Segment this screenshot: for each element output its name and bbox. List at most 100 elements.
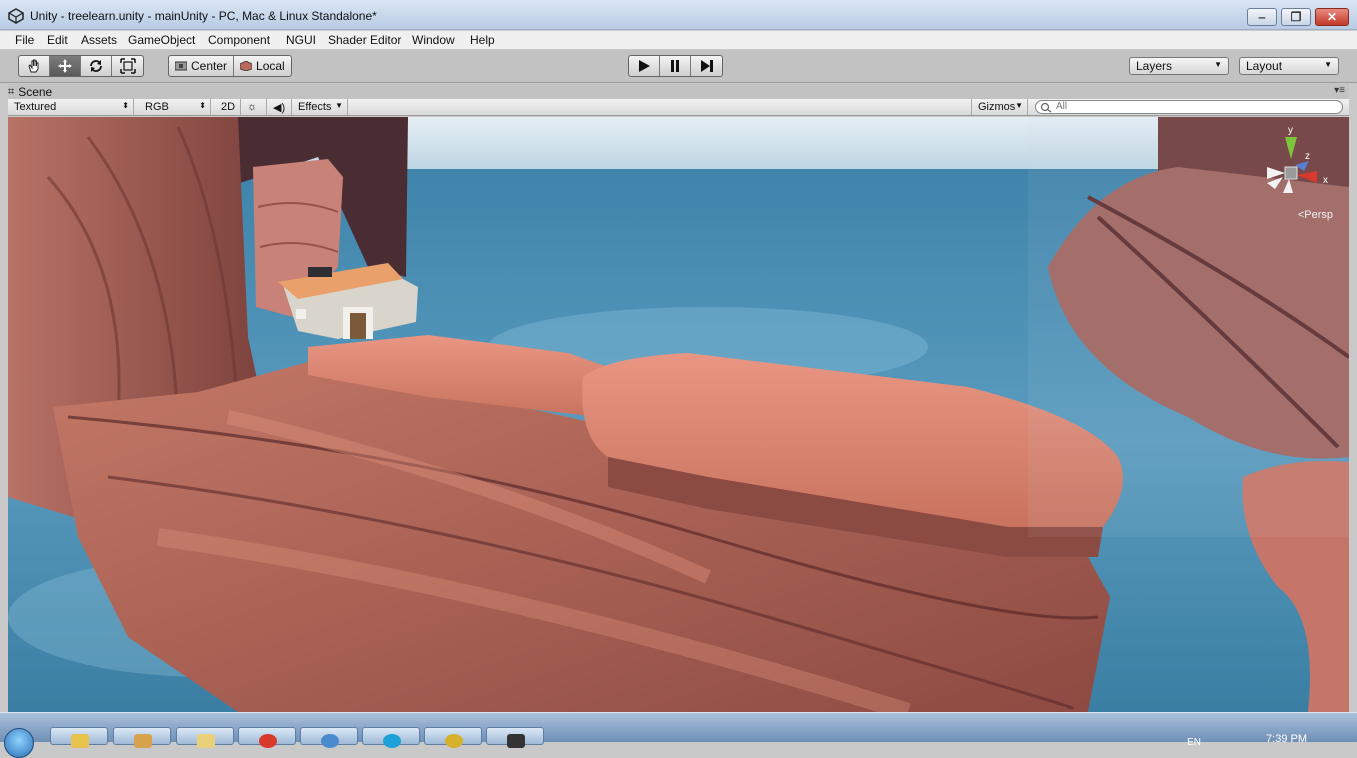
toggle-2d-button[interactable]: 2D — [215, 99, 241, 115]
dropdown-arrow-icon: ▼ — [1324, 60, 1332, 69]
window-title: Unity - treelearn.unity - mainUnity - PC… — [30, 9, 377, 23]
scene-viewport[interactable]: y z x <Persp — [8, 117, 1349, 712]
main-toolbar: Center Local Layers ▼ Layout ▼ — [0, 50, 1357, 83]
menu-file[interactable]: File — [15, 33, 34, 47]
scene-tab-bar: ⌗ Scene ▾≡ — [8, 84, 1349, 100]
updown-arrow-icon: ⬍ — [199, 101, 206, 110]
taskbar-files[interactable] — [176, 727, 234, 748]
scene-control-bar: Textured ⬍ RGB ⬍ 2D ☼ ◀) Effects ▼ Gizmo… — [8, 99, 1349, 116]
scene-audio-toggle[interactable]: ◀) — [267, 99, 292, 115]
search-placeholder: All — [1056, 101, 1068, 112]
pause-icon — [671, 60, 679, 72]
windows-taskbar: EN 7:39 PM — [0, 712, 1357, 758]
close-button[interactable]: ✕ — [1315, 8, 1349, 26]
taskbar-explorer[interactable] — [113, 727, 171, 748]
speaker-icon: ◀) — [273, 102, 286, 114]
menu-window[interactable]: Window — [412, 33, 455, 47]
minimize-icon: ‒ — [1258, 10, 1266, 24]
windows-start-orb[interactable] — [4, 728, 34, 758]
gizmo-x-label: x — [1323, 175, 1328, 186]
avatar-icon — [445, 734, 463, 748]
shading-mode-label: Textured — [14, 101, 57, 113]
effects-dropdown[interactable]: Effects ▼ — [292, 99, 348, 115]
menu-ngui[interactable]: NGUI — [286, 33, 316, 47]
projection-label: Persp — [1304, 209, 1333, 221]
unity-logo-icon — [8, 8, 24, 24]
rotate-icon — [90, 60, 102, 72]
gizmo-z-label: z — [1305, 151, 1310, 162]
step-button[interactable] — [691, 56, 722, 76]
menu-gameobject[interactable]: GameObject — [128, 33, 195, 47]
clock[interactable]: 7:39 PM — [1266, 733, 1307, 745]
scene-search-input[interactable]: All — [1035, 100, 1343, 114]
skype-icon — [383, 734, 401, 748]
pivot-local-label: Local — [256, 59, 285, 73]
close-icon: ✕ — [1326, 10, 1338, 24]
dropdown-arrow-icon: ▼ — [1015, 101, 1023, 110]
projection-toggle[interactable]: <Persp — [1298, 209, 1333, 221]
files-icon — [197, 734, 215, 748]
step-icon — [700, 60, 713, 72]
move-tool-button[interactable] — [50, 56, 81, 76]
layers-dropdown[interactable]: Layers ▼ — [1129, 57, 1229, 75]
pivot-local-toggle[interactable]: Local — [234, 56, 291, 76]
play-button[interactable] — [629, 56, 660, 76]
language-indicator[interactable]: EN — [1187, 737, 1201, 748]
rotate-tool-button[interactable] — [81, 56, 112, 76]
pause-button[interactable] — [660, 56, 691, 76]
chrome-icon — [259, 734, 277, 748]
scene-grid-icon: ⌗ — [8, 85, 15, 98]
sun-icon: ☼ — [247, 101, 258, 113]
shading-mode-dropdown[interactable]: Textured ⬍ — [8, 99, 134, 115]
scale-tool-button[interactable] — [112, 56, 143, 76]
menu-bar: File Edit Assets GameObject Component NG… — [0, 31, 1357, 49]
gizmo-center-cube[interactable] — [1284, 166, 1298, 180]
menu-shader-editor[interactable]: Shader Editor — [328, 33, 401, 47]
pivot-controls: Center Local — [168, 55, 292, 77]
layout-label: Layout — [1246, 59, 1283, 73]
gizmos-dropdown[interactable]: Gizmos ▼ — [971, 99, 1028, 115]
scene-lighting-toggle[interactable]: ☼ — [241, 99, 267, 115]
taskbar-unity[interactable] — [486, 727, 544, 748]
pivot-center-toggle[interactable]: Center — [169, 56, 235, 76]
hand-icon — [28, 59, 39, 73]
scene-tab[interactable]: ⌗ Scene — [8, 84, 52, 100]
scene-tab-label: Scene — [18, 85, 53, 99]
gizmos-label: Gizmos — [978, 101, 1016, 113]
taskbar-chrome[interactable] — [238, 727, 296, 748]
gizmo-x-axis[interactable] — [1297, 171, 1317, 183]
hand-tool-button[interactable] — [19, 56, 50, 76]
maximize-icon: ❐ — [1290, 10, 1302, 24]
scene-render — [8, 117, 1349, 712]
layout-dropdown[interactable]: Layout ▼ — [1239, 57, 1339, 75]
title-bar: Unity - treelearn.unity - mainUnity - PC… — [0, 0, 1357, 30]
menu-assets[interactable]: Assets — [81, 33, 117, 47]
ie-icon — [321, 734, 339, 748]
unity-icon — [507, 734, 525, 748]
menu-component[interactable]: Component — [208, 33, 270, 47]
render-mode-label: RGB — [145, 101, 169, 113]
taskbar-folder[interactable] — [50, 727, 108, 748]
minimize-button[interactable]: ‒ — [1247, 8, 1277, 26]
tab-menu-icon[interactable]: ▾≡ — [1334, 85, 1345, 96]
taskbar-skype[interactable] — [362, 727, 420, 748]
search-icon — [1040, 102, 1052, 113]
scale-icon — [119, 58, 136, 74]
dropdown-arrow-icon: ▼ — [1214, 60, 1222, 69]
taskbar-avatar[interactable] — [424, 727, 482, 748]
updown-arrow-icon: ⬍ — [122, 101, 129, 110]
maximize-button[interactable]: ❐ — [1281, 8, 1311, 26]
play-icon — [639, 60, 650, 72]
explorer-icon — [134, 734, 152, 748]
menu-edit[interactable]: Edit — [47, 33, 68, 47]
center-pivot-icon — [175, 61, 187, 71]
toggle-2d-label: 2D — [221, 101, 236, 113]
local-space-icon — [240, 61, 253, 71]
layers-label: Layers — [1136, 59, 1173, 73]
render-mode-dropdown[interactable]: RGB ⬍ — [139, 99, 211, 115]
taskbar-ie[interactable] — [300, 727, 358, 748]
playback-controls — [628, 55, 723, 77]
menu-help[interactable]: Help — [470, 33, 495, 47]
gizmo-y-axis[interactable] — [1285, 137, 1297, 159]
transform-tools — [18, 55, 144, 77]
